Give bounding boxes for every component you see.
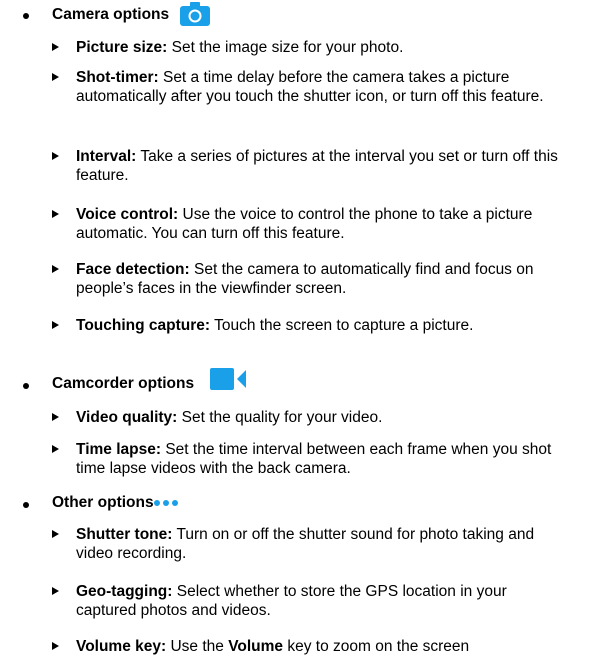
list-item: Shutter tone: Turn on or off the shutter… [52,525,572,565]
arrow-bullet-icon [52,445,59,453]
camera-icon [180,2,210,26]
item-label: Picture size: [76,39,168,56]
list-item: Touching capture: Touch the screen to ca… [52,316,572,356]
section-title: Other options [52,494,154,511]
more-options-icon [153,499,179,507]
item-label: Geo-tagging: [76,583,173,600]
item-description: Use the [166,638,229,655]
item-label: Shot-timer: [76,69,159,86]
list-item: Voice control: Use the voice to control … [52,205,572,245]
list-item: Face detection: Set the camera to automa… [52,260,572,300]
arrow-bullet-icon [52,73,59,81]
item-description: key to zoom on the screen [283,638,470,655]
list-item: Geo-tagging: Select whether to store the… [52,582,572,622]
list-item: Interval: Take a series of pictures at t… [52,147,572,187]
arrow-bullet-icon [52,413,59,421]
arrow-bullet-icon [52,587,59,595]
item-inline-bold: Volume [228,638,284,655]
item-description: Take a series of pictures at the interva… [76,148,558,184]
item-label: Shutter tone: [76,526,173,543]
item-label: Time lapse: [76,441,162,458]
arrow-bullet-icon [52,530,59,538]
item-label: Volume key: [76,638,167,655]
arrow-bullet-icon [52,642,59,650]
section-title: Camcorder options [52,375,195,392]
item-label: Voice control: [76,206,179,223]
list-item: Time lapse: Set the time interval betwee… [52,440,572,480]
section-title: Camera options [52,6,170,23]
list-item: Picture size: Set the image size for you… [52,38,572,58]
item-description: Set the image size for your photo. [167,39,404,56]
item-label: Face detection: [76,261,190,278]
arrow-bullet-icon [52,43,59,51]
item-description: Touch the screen to capture a picture. [210,317,474,334]
arrow-bullet-icon [52,265,59,273]
bullet-dot [23,13,29,19]
item-description: Set the quality for your video. [177,409,383,426]
item-label: Interval: [76,148,137,165]
arrow-bullet-icon [52,152,59,160]
item-label: Video quality: [76,409,178,426]
list-item: Shot-timer: Set a time delay before the … [52,68,572,128]
arrow-bullet-icon [52,210,59,218]
video-camera-icon [210,368,246,390]
arrow-bullet-icon [52,321,59,329]
bullet-dot [23,383,29,389]
bullet-dot [23,502,29,508]
item-label: Touching capture: [76,317,211,334]
list-item: Volume key: Use the Volume key to zoom o… [52,637,572,657]
list-item: Video quality: Set the quality for your … [52,408,572,428]
